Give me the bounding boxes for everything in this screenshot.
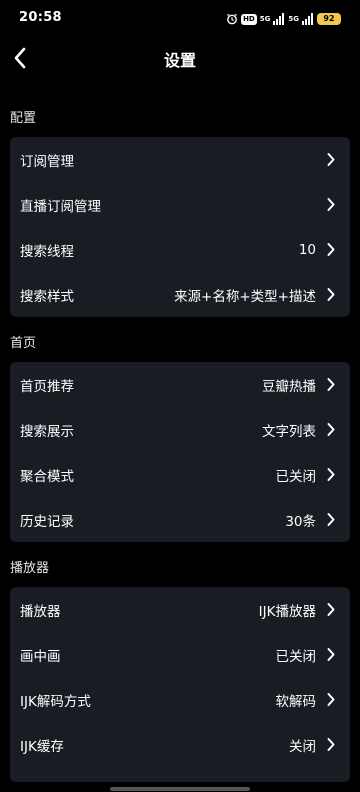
setting-row-live-subscription[interactable]: 直播订阅管理 (10, 182, 350, 227)
row-label: 订阅管理 (20, 153, 74, 170)
row-label: 搜索线程 (20, 243, 74, 260)
row-value: 已关闭 (275, 468, 317, 485)
home-indicator (110, 787, 250, 791)
signal-icon-2 (302, 13, 313, 25)
chevron-right-icon (327, 648, 335, 661)
row-value: 10 (298, 241, 316, 258)
row-value: 已关闭 (275, 648, 317, 665)
row-label: 首页推荐 (20, 378, 74, 395)
signal-icon-1 (273, 13, 285, 25)
chevron-right-icon (327, 153, 335, 166)
section-card-player: 播放器 IJK播放器 画中画 已关闭 IJK解码方式 软解码 IJK缓存 关闭 (10, 587, 350, 782)
status-time: 20:58 (19, 10, 62, 25)
section-title-home: 首页 (10, 336, 37, 351)
alarm-icon (227, 13, 237, 25)
section-card-home: 首页推荐 豆瓣热播 搜索展示 文字列表 聚合模式 已关闭 历史记录 30条 (10, 362, 350, 542)
chevron-right-icon (327, 198, 335, 211)
row-label: 直播订阅管理 (20, 198, 101, 215)
chevron-right-icon (327, 378, 335, 391)
setting-row-history[interactable]: 历史记录 30条 (10, 497, 350, 542)
hd-badge: HD (241, 13, 257, 25)
section-card-config: 订阅管理 直播订阅管理 搜索线程 10 搜索样式 来源+名称+类型+描述 (10, 137, 350, 317)
row-label: 播放器 (20, 603, 61, 620)
setting-row-search-threads[interactable]: 搜索线程 10 (10, 227, 350, 272)
header: 设置 (0, 36, 360, 80)
page-title: 设置 (163, 51, 196, 70)
row-value: IJK播放器 (258, 603, 316, 620)
setting-row-home-recommend[interactable]: 首页推荐 豆瓣热播 (10, 362, 350, 407)
row-label: 历史记录 (20, 513, 74, 530)
row-value: 30条 (285, 513, 316, 530)
setting-row-search-display[interactable]: 搜索展示 文字列表 (10, 407, 350, 452)
chevron-right-icon (327, 468, 335, 481)
status-icons: HD 5G 5G 92 (226, 12, 341, 26)
row-label: IJK缓存 (20, 738, 64, 755)
row-value: 文字列表 (262, 423, 316, 440)
row-label: 画中画 (20, 648, 61, 665)
row-label: 聚合模式 (20, 468, 74, 485)
row-label: 搜索样式 (20, 288, 74, 305)
chevron-right-icon (327, 513, 335, 526)
row-label: IJK解码方式 (20, 693, 91, 710)
chevron-right-icon (327, 423, 335, 436)
section-title-player: 播放器 (10, 561, 50, 576)
setting-row-search-style[interactable]: 搜索样式 来源+名称+类型+描述 (10, 272, 350, 317)
chevron-right-icon (327, 693, 335, 706)
setting-row-player[interactable]: 播放器 IJK播放器 (10, 587, 350, 632)
chevron-right-icon (327, 243, 335, 256)
setting-row-ijk-cache[interactable]: IJK缓存 关闭 (10, 722, 350, 767)
setting-row-pip[interactable]: 画中画 已关闭 (10, 632, 350, 677)
network-label-1: 5G (259, 14, 271, 23)
setting-row-ijk-decode[interactable]: IJK解码方式 软解码 (10, 677, 350, 722)
settings-screen: 20:58 HD 5G 5G 92 设置 配置 订阅管理 直播订阅管理 搜索线程… (0, 0, 360, 792)
row-value: 来源+名称+类型+描述 (174, 288, 316, 305)
row-value: 豆瓣热播 (262, 378, 316, 395)
section-title-config: 配置 (10, 111, 37, 126)
chevron-right-icon (327, 738, 335, 751)
network-label-2: 5G (288, 14, 299, 23)
row-value: 关闭 (289, 738, 316, 755)
chevron-right-icon (327, 288, 335, 301)
chevron-right-icon (327, 603, 335, 616)
row-value: 软解码 (275, 693, 317, 710)
setting-row-aggregate-mode[interactable]: 聚合模式 已关闭 (10, 452, 350, 497)
row-label: 搜索展示 (20, 423, 74, 440)
setting-row-subscription[interactable]: 订阅管理 (10, 137, 350, 182)
status-bar: 20:58 HD 5G 5G 92 (0, 0, 360, 36)
battery-indicator: 92 (317, 13, 341, 25)
